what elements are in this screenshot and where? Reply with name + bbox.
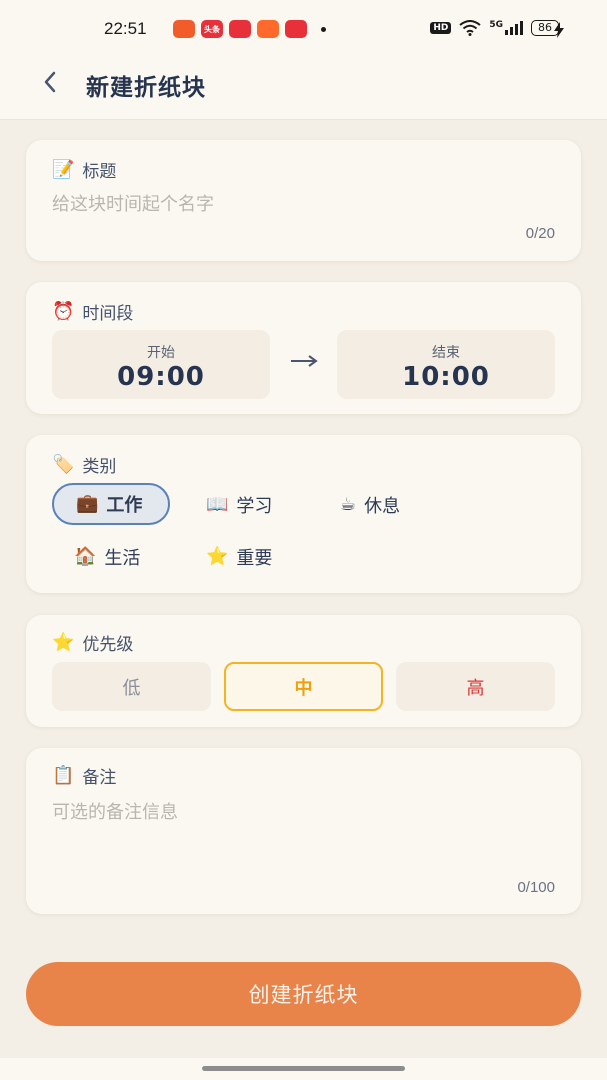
category-option-work[interactable]: 💼 工作 [52, 483, 170, 525]
app-icon-1 [173, 20, 195, 38]
title-counter: 0/20 [525, 225, 555, 242]
star-icon: ⭐ [206, 546, 229, 567]
notes-input[interactable] [52, 798, 552, 868]
title-label-row: 📝 标题 [52, 157, 116, 182]
time-label: 时间段 [82, 304, 134, 324]
signal-icon [505, 21, 523, 35]
start-time-label: 开始 [147, 345, 175, 361]
status-bar: 22:51 头条 HD 5G 86 [0, 0, 607, 46]
end-time-label: 结束 [432, 345, 460, 361]
category-option-label: 学习 [236, 496, 273, 517]
page-title: 新建折纸块 [86, 75, 206, 101]
app-icon-toutiao: 头条 [201, 20, 223, 38]
time-label-row: ⏰ 时间段 [52, 299, 133, 324]
priority-low-button[interactable]: 低 [52, 662, 211, 711]
alarm-clock-icon: ⏰ [52, 300, 75, 322]
briefcase-icon: 💼 [76, 493, 99, 514]
star-icon: ⭐ [52, 631, 75, 653]
title-input[interactable] [52, 190, 552, 218]
app-icon-3 [229, 20, 251, 38]
clipboard-icon: 📋 [52, 764, 75, 786]
time-range-card: ⏰ 时间段 开始 09:00 结束 10:00 [26, 282, 581, 414]
category-option-label: 重要 [236, 548, 273, 569]
category-option-label: 生活 [104, 548, 141, 569]
notes-label: 备注 [82, 768, 117, 788]
back-button[interactable] [34, 66, 66, 98]
category-option-life[interactable]: 🏠 生活 [52, 536, 162, 578]
end-time-value: 10:00 [402, 362, 490, 392]
wifi-icon [459, 20, 481, 36]
category-option-study[interactable]: 📖 学习 [184, 484, 294, 526]
status-indicators: HD 5G 86 [430, 20, 559, 36]
priority-label-row: ⭐ 优先级 [52, 630, 133, 655]
start-time-value: 09:00 [117, 362, 205, 392]
notes-counter: 0/100 [517, 879, 555, 896]
app-header: 新建折纸块 [0, 46, 607, 120]
chevron-left-icon [44, 71, 56, 93]
category-option-label: 休息 [364, 496, 401, 517]
network-type: 5G [489, 20, 503, 30]
create-button[interactable]: 创建折纸块 [26, 962, 581, 1026]
start-time-picker[interactable]: 开始 09:00 [52, 330, 270, 399]
title-label: 标题 [82, 162, 117, 182]
category-card: 🏷️ 类别 💼 工作 📖 学习 ☕ 休息 🏠 生活 ⭐ 重要 [26, 435, 581, 593]
home-indicator[interactable] [202, 1066, 405, 1071]
app-icon-music [285, 20, 307, 38]
status-app-icons: 头条 [173, 20, 326, 38]
arrow-right-icon [291, 355, 318, 367]
notification-dot [321, 26, 326, 32]
priority-card: ⭐ 优先级 低 中 高 [26, 615, 581, 727]
book-icon: 📖 [206, 494, 229, 515]
status-time: 22:51 [104, 19, 147, 38]
priority-high-button[interactable]: 高 [396, 662, 555, 711]
notes-label-row: 📋 备注 [52, 763, 116, 788]
priority-label: 优先级 [82, 635, 134, 655]
charging-icon [554, 22, 564, 38]
coffee-icon: ☕ [340, 494, 357, 515]
notes-card: 📋 备注 0/100 [26, 748, 581, 914]
tag-icon: 🏷️ [52, 453, 75, 475]
memo-icon: 📝 [52, 158, 75, 180]
priority-medium-button[interactable]: 中 [224, 662, 383, 711]
end-time-picker[interactable]: 结束 10:00 [337, 330, 555, 399]
title-card: 📝 标题 0/20 [26, 140, 581, 261]
category-option-rest[interactable]: ☕ 休息 [318, 484, 422, 526]
category-option-label: 工作 [106, 495, 143, 516]
app-icon-4 [257, 20, 279, 38]
category-label: 类别 [82, 457, 117, 477]
category-label-row: 🏷️ 类别 [52, 452, 116, 477]
house-icon: 🏠 [74, 546, 97, 567]
category-option-important[interactable]: ⭐ 重要 [184, 536, 294, 578]
hd-badge: HD [430, 22, 452, 34]
